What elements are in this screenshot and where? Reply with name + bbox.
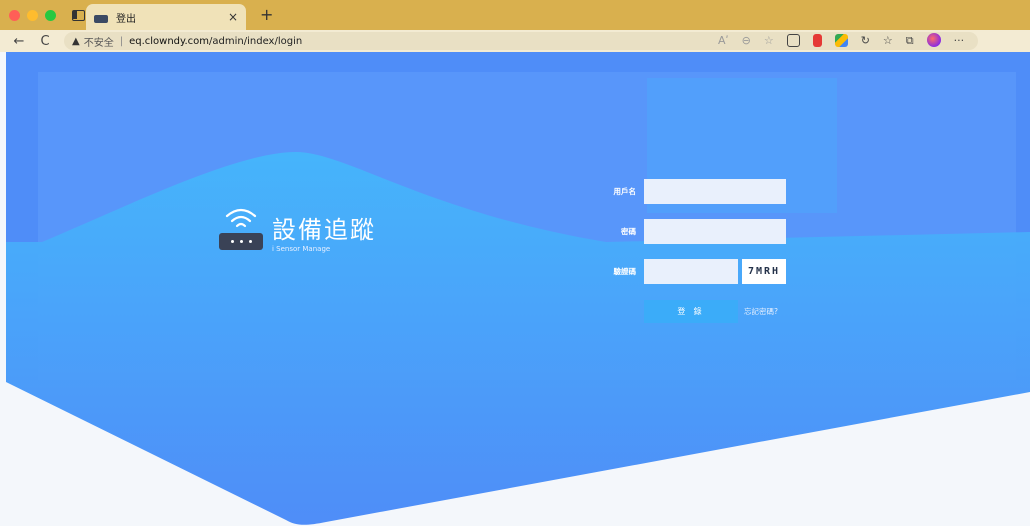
window-controls: [9, 9, 56, 21]
back-button[interactable]: ←: [12, 34, 26, 49]
router-icon: [219, 207, 263, 253]
security-label[interactable]: 不安全: [84, 34, 114, 49]
captcha-label: 驗證碼: [613, 267, 637, 276]
background-shapes: [6, 72, 1030, 526]
extension-colorful-icon[interactable]: [834, 33, 848, 47]
favorites-icon[interactable]: ☆: [883, 34, 893, 47]
password-label: 密碼: [621, 227, 636, 236]
browser-window: 登出 × + ← C ▲ 不安全 | eq.clowndy.com/admin/…: [0, 0, 1030, 526]
extension-screen-icon[interactable]: [786, 33, 800, 47]
username-label: 用戶名: [613, 187, 637, 196]
password-input[interactable]: [644, 219, 786, 244]
tab-bar: 登出 × +: [0, 0, 1030, 30]
brand-title: 設備追蹤: [272, 216, 376, 244]
read-aloud-icon[interactable]: Aʹ: [718, 34, 729, 47]
brand-logo: 設備追蹤 i Sensor Manage: [219, 207, 376, 253]
captcha-input[interactable]: [644, 259, 738, 284]
login-button[interactable]: 登 錄: [644, 300, 738, 323]
url-host: eq.clowndy.com: [129, 35, 210, 47]
refresh-extension-icon[interactable]: ↻: [861, 34, 870, 47]
captcha-row: 驗證碼 7MRH: [591, 259, 786, 284]
router-favicon-icon: [94, 14, 108, 23]
extension-red-icon[interactable]: [812, 33, 822, 47]
brand-subtitle: i Sensor Manage: [272, 245, 331, 253]
login-page: 設備追蹤 i Sensor Manage 用戶名 密碼 驗證碼 7MRH 登 錄…: [6, 52, 1030, 526]
wifi-icon: [225, 208, 257, 228]
captcha-image[interactable]: 7MRH: [742, 259, 786, 284]
browser-toolbar: ← C ▲ 不安全 | eq.clowndy.com/admin/index/l…: [0, 30, 1030, 52]
tab-login[interactable]: 登出 ×: [86, 4, 246, 30]
tab-title: 登出: [116, 13, 136, 25]
zoom-out-icon[interactable]: ⊖: [742, 34, 751, 47]
close-window-button[interactable]: [9, 9, 20, 21]
collections-icon[interactable]: ⧉: [906, 34, 914, 47]
username-row: 用戶名: [591, 179, 786, 204]
tab-actions-icon[interactable]: [72, 9, 85, 21]
tab-close-icon[interactable]: ×: [228, 10, 238, 24]
warning-icon[interactable]: ▲: [72, 36, 80, 47]
username-input[interactable]: [644, 179, 786, 204]
more-menu-icon[interactable]: ···: [954, 34, 965, 47]
profile-avatar[interactable]: [926, 33, 941, 47]
url-separator: |: [119, 35, 124, 47]
maximize-window-button[interactable]: [45, 9, 56, 21]
url-text[interactable]: eq.clowndy.com/admin/index/login: [129, 36, 302, 47]
forgot-password-link[interactable]: 忘記密碼?: [744, 306, 778, 317]
extension-icons: Aʹ ⊖ ☆ ↻ ☆ ⧉ ···: [718, 33, 965, 47]
reload-button[interactable]: C: [38, 34, 52, 49]
new-tab-button[interactable]: +: [260, 5, 273, 24]
favorite-add-icon[interactable]: ☆: [764, 34, 774, 47]
minimize-window-button[interactable]: [27, 9, 38, 21]
url-path: /admin/index/login: [209, 35, 303, 47]
password-row: 密碼: [591, 219, 786, 244]
